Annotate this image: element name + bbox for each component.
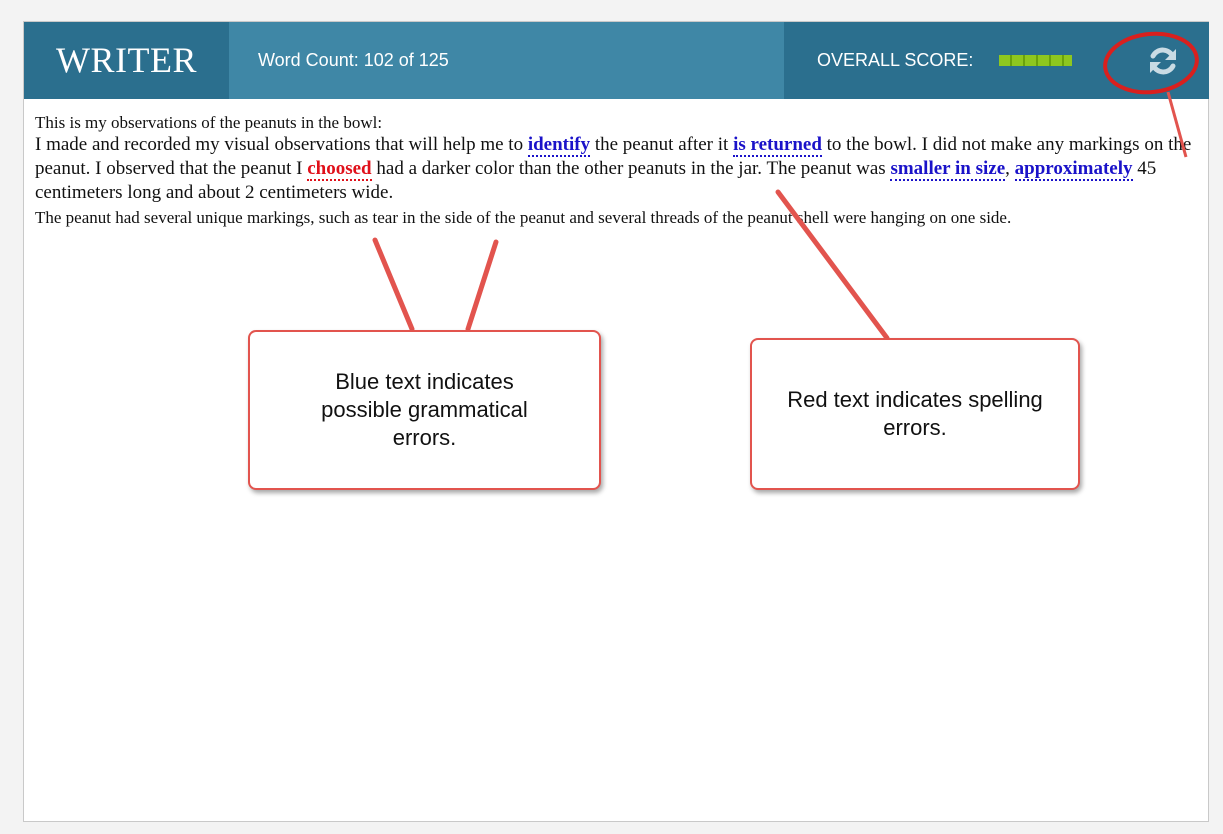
score-meter	[999, 55, 1072, 66]
grammar-flag-approximately[interactable]: approximately	[1014, 158, 1133, 181]
word-count: Word Count: 102 of 125	[258, 50, 449, 70]
text-segment: ,	[1005, 158, 1015, 179]
score-meter-fill	[999, 55, 1072, 66]
spelling-flag-choosed[interactable]: choosed	[307, 158, 372, 181]
text-segment: had a darker color than the other peanut…	[371, 158, 891, 179]
spelling-callout: Red text indicates spelling errors.	[750, 338, 1080, 490]
grammar-flag-smaller-in-size[interactable]: smaller in size	[890, 158, 1006, 181]
text-segment: the peanut after it	[590, 134, 734, 155]
grammar-flag-is-returned[interactable]: is returned	[733, 134, 822, 157]
essay-paragraph-3: The peanut had several unique markings, …	[35, 208, 1012, 227]
score-area: OVERALL SCORE:	[784, 22, 1209, 99]
header-bar: WRITER Word Count: 102 of 125 OVERALL SC…	[24, 22, 1209, 99]
app-title: WRITER	[24, 22, 229, 99]
refresh-icon	[1150, 47, 1176, 75]
essay-line-1: This is my observations of the peanuts i…	[35, 113, 383, 132]
overall-score-label: OVERALL SCORE:	[817, 50, 974, 70]
text-segment: I made and recorded my visual observatio…	[35, 134, 528, 155]
grammar-flag-identify[interactable]: identify	[527, 134, 591, 157]
grammar-callout-text: Blue text indicates possible grammatical…	[321, 369, 528, 450]
essay-paragraph-2: I made and recorded my visual observatio…	[35, 133, 1201, 205]
essay-text[interactable]: This is my observations of the peanuts i…	[35, 112, 1201, 228]
refresh-button[interactable]	[1144, 42, 1182, 80]
grammar-callout: Blue text indicates possible grammatical…	[248, 330, 601, 490]
spelling-callout-text: Red text indicates spelling errors.	[787, 387, 1043, 440]
